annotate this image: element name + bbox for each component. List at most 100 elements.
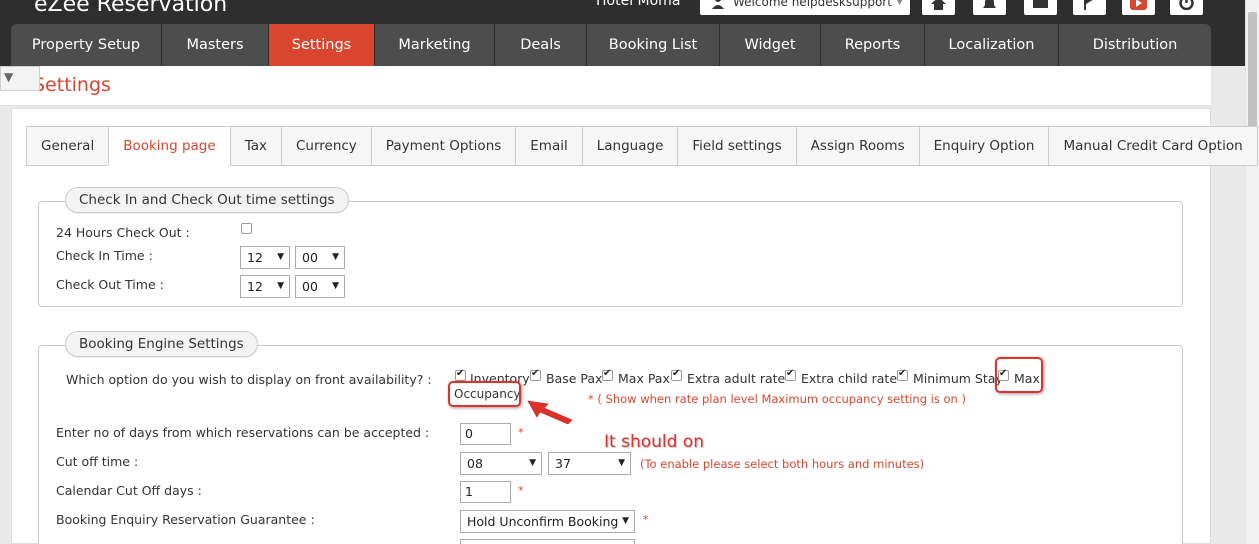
- checkout-min-value: 00: [302, 279, 318, 294]
- days-label: Enter no of days from which reservations…: [56, 425, 430, 440]
- cutoff-time-label: Cut off time :: [56, 454, 139, 469]
- checkin-fieldset: [38, 201, 1183, 307]
- home-button[interactable]: [922, 0, 955, 15]
- option-extra-adult-checkbox[interactable]: [671, 368, 682, 381]
- settings-tabs: General Booking page Tax Currency Paymen…: [26, 126, 1258, 166]
- chevron-down-icon: ▼: [622, 516, 629, 526]
- checkout-hour-value: 12: [247, 279, 263, 294]
- tab-general[interactable]: General: [26, 126, 109, 166]
- scrollbar[interactable]: [1245, 0, 1259, 544]
- option-base-pax-checkbox[interactable]: [530, 368, 541, 381]
- engine-legend: Booking Engine Settings: [65, 331, 258, 357]
- tab-email[interactable]: Email: [515, 126, 582, 166]
- chevron-down-icon: ▼: [277, 252, 284, 262]
- hours24-label: 24 Hours Check Out :: [56, 225, 190, 240]
- bell-icon: [983, 0, 996, 8]
- nav-widget[interactable]: Widget: [720, 24, 821, 66]
- cutoff-min-value: 37: [555, 456, 571, 471]
- chevron-down-icon: ▼: [529, 458, 536, 468]
- hours24-checkbox[interactable]: [241, 223, 252, 234]
- nav-settings[interactable]: Settings: [269, 24, 375, 66]
- tab-tax[interactable]: Tax: [229, 126, 281, 166]
- option-base-pax-label: Base Pax: [546, 371, 603, 386]
- option-minimum-stay-label: Minimum Stay: [913, 371, 1003, 386]
- page-header: Settings: [0, 66, 1211, 106]
- home-icon: [931, 0, 946, 10]
- display-option-question: Which option do you wish to display on f…: [66, 372, 432, 387]
- option-extra-child-checkbox[interactable]: [785, 368, 796, 381]
- guarantee-select[interactable]: Hold Unconfirm Booking ▼: [460, 510, 635, 533]
- tab-manual-credit-card-option[interactable]: Manual Credit Card Option: [1048, 126, 1258, 166]
- days-input[interactable]: 0: [460, 423, 511, 445]
- tab-payment-options[interactable]: Payment Options: [370, 126, 516, 166]
- checkin-min-select[interactable]: 00 ▼: [295, 246, 345, 269]
- checkin-min-value: 00: [302, 250, 318, 265]
- next-select[interactable]: [460, 539, 635, 544]
- calendar-cutoff-required: *: [518, 484, 524, 497]
- nav-masters[interactable]: Masters: [162, 24, 269, 66]
- chevron-down-icon: ▼: [332, 281, 339, 291]
- logout-button[interactable]: [1170, 0, 1203, 15]
- nav-deals[interactable]: Deals: [495, 24, 587, 66]
- calendar-cutoff-label: Calendar Cut Off days :: [56, 483, 202, 498]
- checkin-time-label: Check In Time :: [56, 248, 153, 263]
- nav-booking-list[interactable]: Booking List: [587, 24, 720, 66]
- cutoff-min-select[interactable]: 37 ▼: [548, 452, 631, 475]
- notifications-button[interactable]: [973, 0, 1006, 15]
- checkin-hour-select[interactable]: 12 ▼: [240, 246, 290, 269]
- checkin-hour-value: 12: [247, 250, 263, 265]
- cutoff-note: (To enable please select both hours and …: [640, 457, 925, 471]
- power-icon: [1179, 0, 1194, 10]
- welcome-text: Welcome helpdesksupport: [733, 0, 892, 9]
- guarantee-label: Booking Enquiry Reservation Guarantee :: [56, 512, 315, 527]
- collapse-toggle[interactable]: ▼: [0, 66, 40, 91]
- option-note: * ( Show when rate plan level Maximum oc…: [588, 392, 966, 406]
- main-nav: Property Setup Masters Settings Marketin…: [11, 24, 1211, 66]
- nav-reports[interactable]: Reports: [821, 24, 925, 66]
- nav-distribution[interactable]: Distribution: [1059, 24, 1211, 66]
- option-inventory-checkbox[interactable]: [455, 368, 466, 381]
- days-required: *: [518, 426, 524, 439]
- option-max-pax-label: Max Pax: [618, 371, 670, 386]
- print-button[interactable]: [1024, 0, 1057, 15]
- chevron-down-icon: ▼: [618, 458, 625, 468]
- youtube-icon: [1130, 0, 1147, 10]
- option-extra-adult-label: Extra adult rate: [687, 371, 786, 386]
- printer-icon: [1033, 0, 1048, 8]
- user-icon: [712, 0, 724, 9]
- youtube-button[interactable]: [1122, 0, 1155, 15]
- app-logo: eZee Reservation: [34, 0, 228, 17]
- guarantee-value: Hold Unconfirm Booking: [467, 514, 619, 529]
- nav-localization[interactable]: Localization: [925, 24, 1059, 66]
- calendar-cutoff-input[interactable]: 1: [460, 481, 511, 503]
- checkout-min-select[interactable]: 00 ▼: [295, 275, 345, 298]
- chevron-down-icon: ▼: [332, 252, 339, 262]
- hotel-name: Hotel Moma: [596, 0, 681, 9]
- cutoff-hour-select[interactable]: 08 ▼: [460, 452, 542, 475]
- checkin-legend: Check In and Check Out time settings: [65, 187, 349, 213]
- tab-field-settings[interactable]: Field settings: [677, 126, 796, 166]
- highlight-occupancy-box: [448, 381, 521, 407]
- user-menu[interactable]: Welcome helpdesksupport ▼: [700, 0, 910, 15]
- page-title: Settings: [33, 74, 111, 96]
- annotation-text: It should on: [604, 432, 704, 452]
- chevron-down-icon: ▼: [277, 281, 284, 291]
- option-minimum-stay-checkbox[interactable]: [897, 368, 908, 381]
- nav-property-setup[interactable]: Property Setup: [11, 24, 162, 66]
- tab-assign-rooms[interactable]: Assign Rooms: [795, 126, 919, 166]
- triangle-down-icon: ▼: [4, 70, 14, 84]
- tab-currency[interactable]: Currency: [280, 126, 371, 166]
- flag-icon: [1084, 0, 1093, 10]
- nav-marketing[interactable]: Marketing: [375, 24, 495, 66]
- annotation-arrow-icon: [527, 400, 573, 425]
- tab-enquiry-option[interactable]: Enquiry Option: [918, 126, 1049, 166]
- option-max-pax-checkbox[interactable]: [602, 368, 613, 381]
- chevron-down-icon: ▼: [896, 0, 903, 7]
- tab-booking-page[interactable]: Booking page: [108, 126, 230, 166]
- highlight-max-box: [995, 357, 1043, 393]
- guarantee-required: *: [643, 513, 649, 526]
- tab-language[interactable]: Language: [581, 126, 678, 166]
- checkout-hour-select[interactable]: 12 ▼: [240, 275, 290, 298]
- flag-button[interactable]: [1073, 0, 1106, 15]
- checkout-time-label: Check Out Time :: [56, 277, 164, 292]
